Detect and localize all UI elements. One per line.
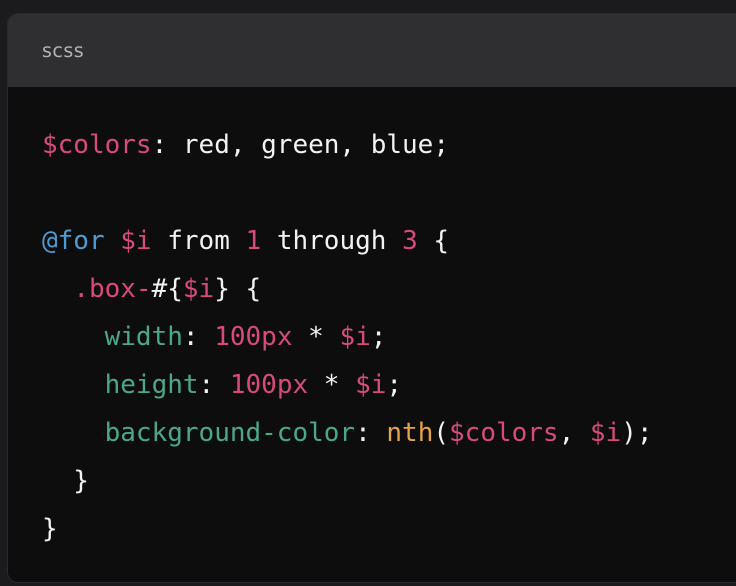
code-token-text: );: [621, 418, 653, 448]
code-token-variable: $colors: [449, 418, 559, 448]
code-token-property: width: [104, 322, 183, 352]
code-token-text: *: [292, 322, 340, 352]
code-lines[interactable]: $colors: red, green, blue; @for $i from 1…: [42, 121, 653, 553]
code-block: scss $colors: red, green, blue; @for $i f…: [8, 14, 736, 582]
code-line: background-color: nth($colors, $i);: [42, 409, 653, 457]
code-line: @for $i from 1 through 3 {: [42, 217, 653, 265]
code-block-header: scss: [8, 14, 736, 87]
code-token-number: 100px: [214, 322, 293, 352]
code-token-text: } {: [214, 274, 262, 304]
code-token-variable: $i: [182, 274, 215, 304]
code-line: height: 100px * $i;: [42, 361, 653, 409]
code-token-property: height: [104, 370, 199, 400]
code-token-text: through: [261, 226, 403, 256]
code-token-text: ,: [558, 418, 590, 448]
code-token-variable: $i: [120, 226, 152, 256]
code-token-selector: .box-: [73, 274, 152, 304]
code-token-text: #{: [151, 274, 183, 304]
code-line: $colors: red, green, blue;: [42, 121, 653, 169]
code-token-variable: $i: [355, 370, 387, 400]
code-token-text: :: [182, 322, 215, 352]
code-token-variable: $colors: [42, 130, 152, 160]
code-token-text: }: [42, 466, 89, 496]
code-token-text: ;: [370, 322, 387, 352]
code-token-text: *: [308, 370, 356, 400]
code-token-text: from: [151, 226, 246, 256]
code-token-variable: $i: [589, 418, 622, 448]
code-token-text: }: [42, 514, 58, 544]
code-token-text: {: [417, 226, 450, 256]
code-token-variable: $i: [339, 322, 371, 352]
code-token-text: : red, green, blue;: [151, 130, 449, 160]
code-line: width: 100px * $i;: [42, 313, 653, 361]
code-line: .box-#{$i} {: [42, 265, 653, 313]
code-token-text: (: [433, 418, 450, 448]
code-token-function: nth: [386, 418, 434, 448]
code-token-text: ;: [386, 370, 403, 400]
code-line: }: [42, 457, 653, 505]
code-token-property: background-color: [104, 418, 356, 448]
code-token-number: 1: [245, 226, 262, 256]
code-token-at-rule: @for: [42, 226, 105, 256]
code-block-body[interactable]: $colors: red, green, blue; @for $i from 1…: [8, 87, 736, 582]
code-token-number: 100px: [229, 370, 309, 400]
code-token-number: 3: [402, 226, 418, 256]
code-token-text: :: [198, 370, 230, 400]
code-language-label: scss: [42, 39, 85, 62]
code-token-text: :: [355, 418, 387, 448]
code-line: }: [42, 505, 653, 553]
